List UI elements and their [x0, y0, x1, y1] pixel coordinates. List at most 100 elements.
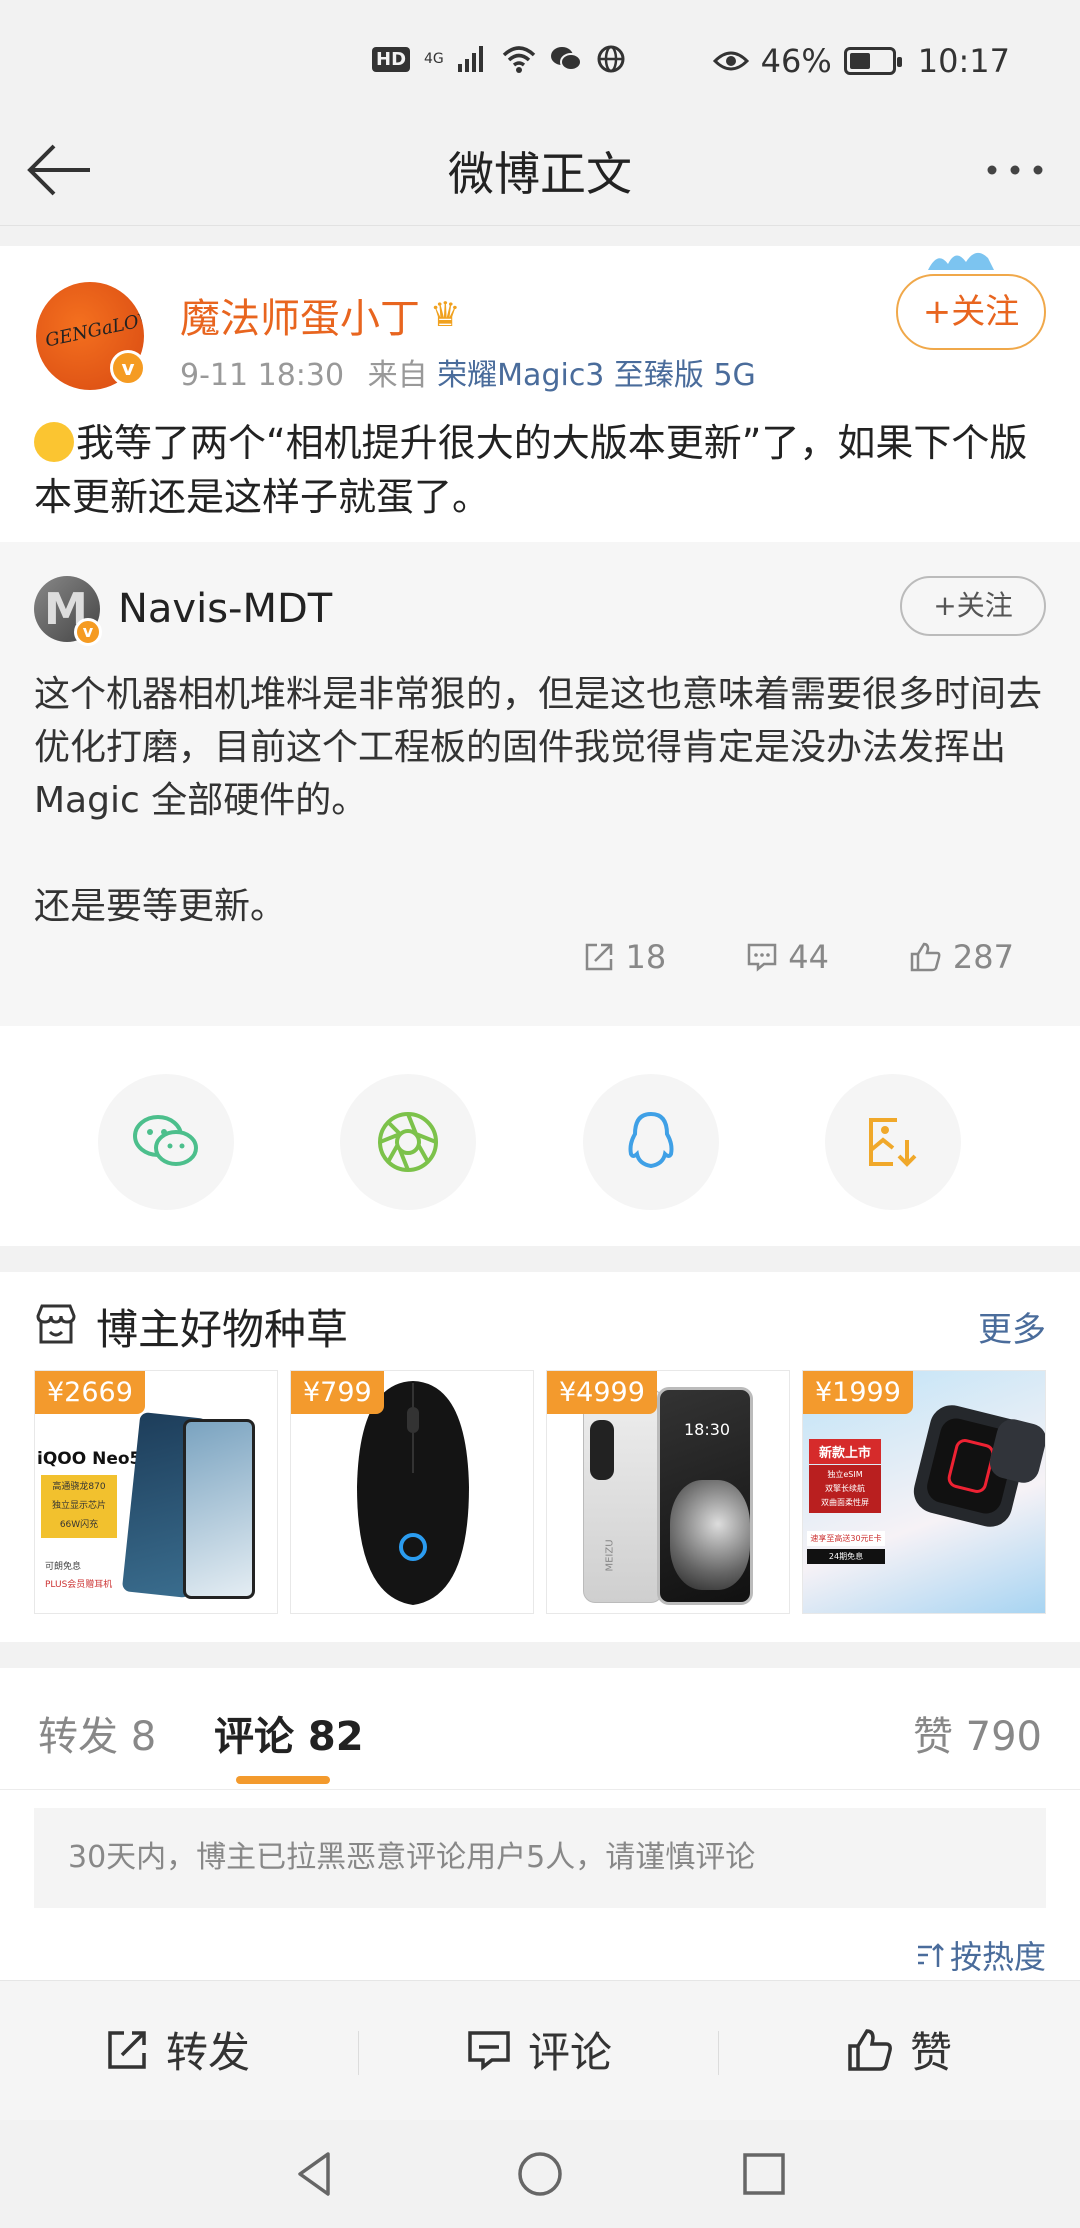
goods-price: ¥2669	[35, 1371, 145, 1414]
goods-feature: 独立eSIM	[827, 1470, 863, 1479]
tab-likes[interactable]: 赞 790	[913, 1704, 1042, 1762]
detail-tabs: 转发 8 评论 82 赞 790	[0, 1668, 1080, 1790]
goods-price: ¥799	[291, 1371, 384, 1414]
sort-by-hot-button[interactable]: 按热度	[916, 1932, 1046, 1978]
like-button[interactable]: 赞	[846, 2019, 952, 2080]
goods-price: ¥1999	[803, 1371, 913, 1414]
comment-icon	[747, 943, 777, 972]
repost-text: 这个机器相机堆料是非常狠的，但是这也意味着需要很多时间去优化打磨，目前这个工程板…	[34, 674, 1043, 927]
tab-comments[interactable]: 评论 82	[214, 1704, 364, 1762]
post-text: 我等了两个“相机提升很大的大版本更新”了，如果下个版本更新还是这样子就蛋了。	[34, 421, 1028, 519]
goods-feature-list: 高通骁龙870 独立显示芯片 66W闪充	[41, 1475, 117, 1538]
laugh-cry-emoji-icon	[34, 422, 74, 462]
verified-badge-icon: v	[110, 350, 146, 386]
author-name-row[interactable]: 魔法师蛋小丁 ♛	[180, 286, 460, 344]
recommended-goods: 博主好物种草 更多 ¥2669 iQOO Neo5 高通骁龙870 独立显示芯片…	[0, 1272, 1080, 1642]
comment-icon	[468, 2030, 510, 2071]
wechat-icon	[133, 1115, 198, 1166]
goods-feature: 独立显示芯片	[51, 1501, 106, 1511]
phone-image	[183, 1419, 255, 1599]
goods-card-watch[interactable]: ¥1999 新款上市 独立eSIM 双擎长续航 双曲面柔性屏 速享至高送30元E…	[802, 1370, 1046, 1614]
battery-icon	[843, 47, 902, 75]
repost-share-count[interactable]: 18	[583, 938, 666, 976]
status-right-icons: 46% 10:17	[712, 42, 1010, 80]
save-image-icon	[869, 1118, 917, 1167]
like-count: 287	[952, 938, 1014, 976]
phone-brand: MEIZU	[604, 1539, 616, 1572]
comment-notice: 30天内，博主已拉黑恶意评论用户5人，请谨慎评论	[34, 1808, 1046, 1908]
repost-follow-button[interactable]: +关注	[900, 576, 1046, 636]
repost-label: 转发	[166, 2028, 251, 2077]
phone-screen-time: 18:30	[684, 1420, 731, 1439]
qq-icon	[628, 1111, 674, 1169]
goods-card-iqoo[interactable]: ¥2669 iQOO Neo5 高通骁龙870 独立显示芯片 66W闪充 可朗免…	[34, 1370, 278, 1614]
goods-card-mouse[interactable]: ¥799	[290, 1370, 534, 1614]
system-recents-icon[interactable]	[738, 2148, 790, 2200]
sort-label: 按热度	[949, 1938, 1046, 1976]
goods-feature-list: 独立eSIM 双擎长续航 双曲面柔性屏	[809, 1465, 881, 1513]
hd-icon: HD	[372, 46, 411, 72]
goods-title: 博主好物种草	[96, 1305, 349, 1354]
goods-feature: 66W闪充	[59, 1520, 99, 1530]
repost-comment-count[interactable]: 44	[746, 938, 829, 976]
top-nav-bar: 微博正文	[0, 110, 1080, 226]
share-row	[0, 1026, 1080, 1246]
goods-more-link[interactable]: 更多	[978, 1302, 1046, 1351]
goods-foot: PLUS会员赠耳机	[45, 1580, 113, 1590]
tab-reposts[interactable]: 转发 8	[38, 1704, 156, 1762]
system-back-icon[interactable]	[290, 2148, 342, 2200]
clock: 10:17	[917, 42, 1010, 80]
status-left-icons: HD 4G	[372, 44, 626, 74]
post-time: 9-11 18:30	[180, 358, 345, 393]
action-divider	[358, 2031, 359, 2075]
repost-like-count[interactable]: 287	[909, 938, 1014, 976]
more-options-icon[interactable]	[980, 140, 1050, 200]
wechat-status-icon	[550, 47, 582, 71]
crown-icon: ♛	[430, 295, 461, 335]
save-image-button[interactable]	[825, 1074, 961, 1210]
share-qq-button[interactable]	[583, 1074, 719, 1210]
comment-count: 44	[788, 938, 829, 976]
goods-card-meizu[interactable]: ¥4999 MEIZU 18:30	[546, 1370, 790, 1614]
repost-verified-badge-icon: v	[74, 618, 102, 646]
repost-button[interactable]: 转发	[104, 2019, 250, 2080]
active-tab-indicator	[236, 1776, 330, 1784]
goods-feature: 双擎长续航	[825, 1484, 865, 1493]
network-type: 4G	[424, 51, 444, 67]
follow-button[interactable]: +关注	[896, 274, 1046, 350]
phone-back-image: MEIZU	[583, 1389, 663, 1603]
bottom-action-bar: 转发 评论 赞	[0, 1980, 1080, 2120]
source-device[interactable]: 荣耀Magic3 至臻版 5G	[437, 358, 756, 393]
repost-stats: 18 44 287	[583, 938, 1014, 976]
shop-icon	[36, 1304, 76, 1344]
goods-cards: ¥2669 iQOO Neo5 高通骁龙870 独立显示芯片 66W闪充 可朗免…	[34, 1370, 1046, 1614]
reposted-content[interactable]: M v Navis-MDT +关注 这个机器相机堆料是非常狠的，但是这也意味着需…	[0, 542, 1080, 1026]
moments-icon	[378, 1112, 438, 1172]
like-label: 赞	[910, 2028, 953, 2077]
goods-badge: 新款上市	[809, 1439, 881, 1464]
share-moments-button[interactable]	[340, 1074, 476, 1210]
author-name[interactable]: 魔法师蛋小丁	[180, 286, 420, 344]
source-prefix: 来自	[367, 358, 428, 393]
post-meta: 9-11 18:30 来自 荣耀Magic3 至臻版 5G	[180, 350, 756, 394]
phone-front-image: 18:30	[657, 1387, 753, 1605]
thumbs-up-icon	[910, 942, 941, 972]
system-navigation-bar	[0, 2120, 1080, 2228]
goods-feature: 高通骁龙870	[52, 1482, 106, 1492]
repost-icon	[108, 2030, 146, 2069]
action-divider	[718, 2031, 719, 2075]
share-wechat-button[interactable]	[98, 1074, 234, 1210]
repost-author-name[interactable]: Navis-MDT	[118, 586, 332, 632]
wifi-icon	[502, 46, 535, 73]
system-home-icon[interactable]	[514, 2148, 566, 2200]
thumbs-up-icon	[848, 2028, 892, 2071]
signal-icon	[457, 46, 483, 72]
comment-label: 评论	[528, 2028, 613, 2077]
share-count: 18	[625, 938, 667, 976]
goods-foot2: 可朗免息	[45, 1562, 82, 1572]
follow-decoration-icon	[928, 252, 994, 270]
globe-icon	[597, 45, 625, 73]
comment-button[interactable]: 评论	[466, 2019, 612, 2080]
goods-price: ¥4999	[547, 1371, 657, 1414]
goods-foot2: 24期免息	[807, 1549, 885, 1564]
